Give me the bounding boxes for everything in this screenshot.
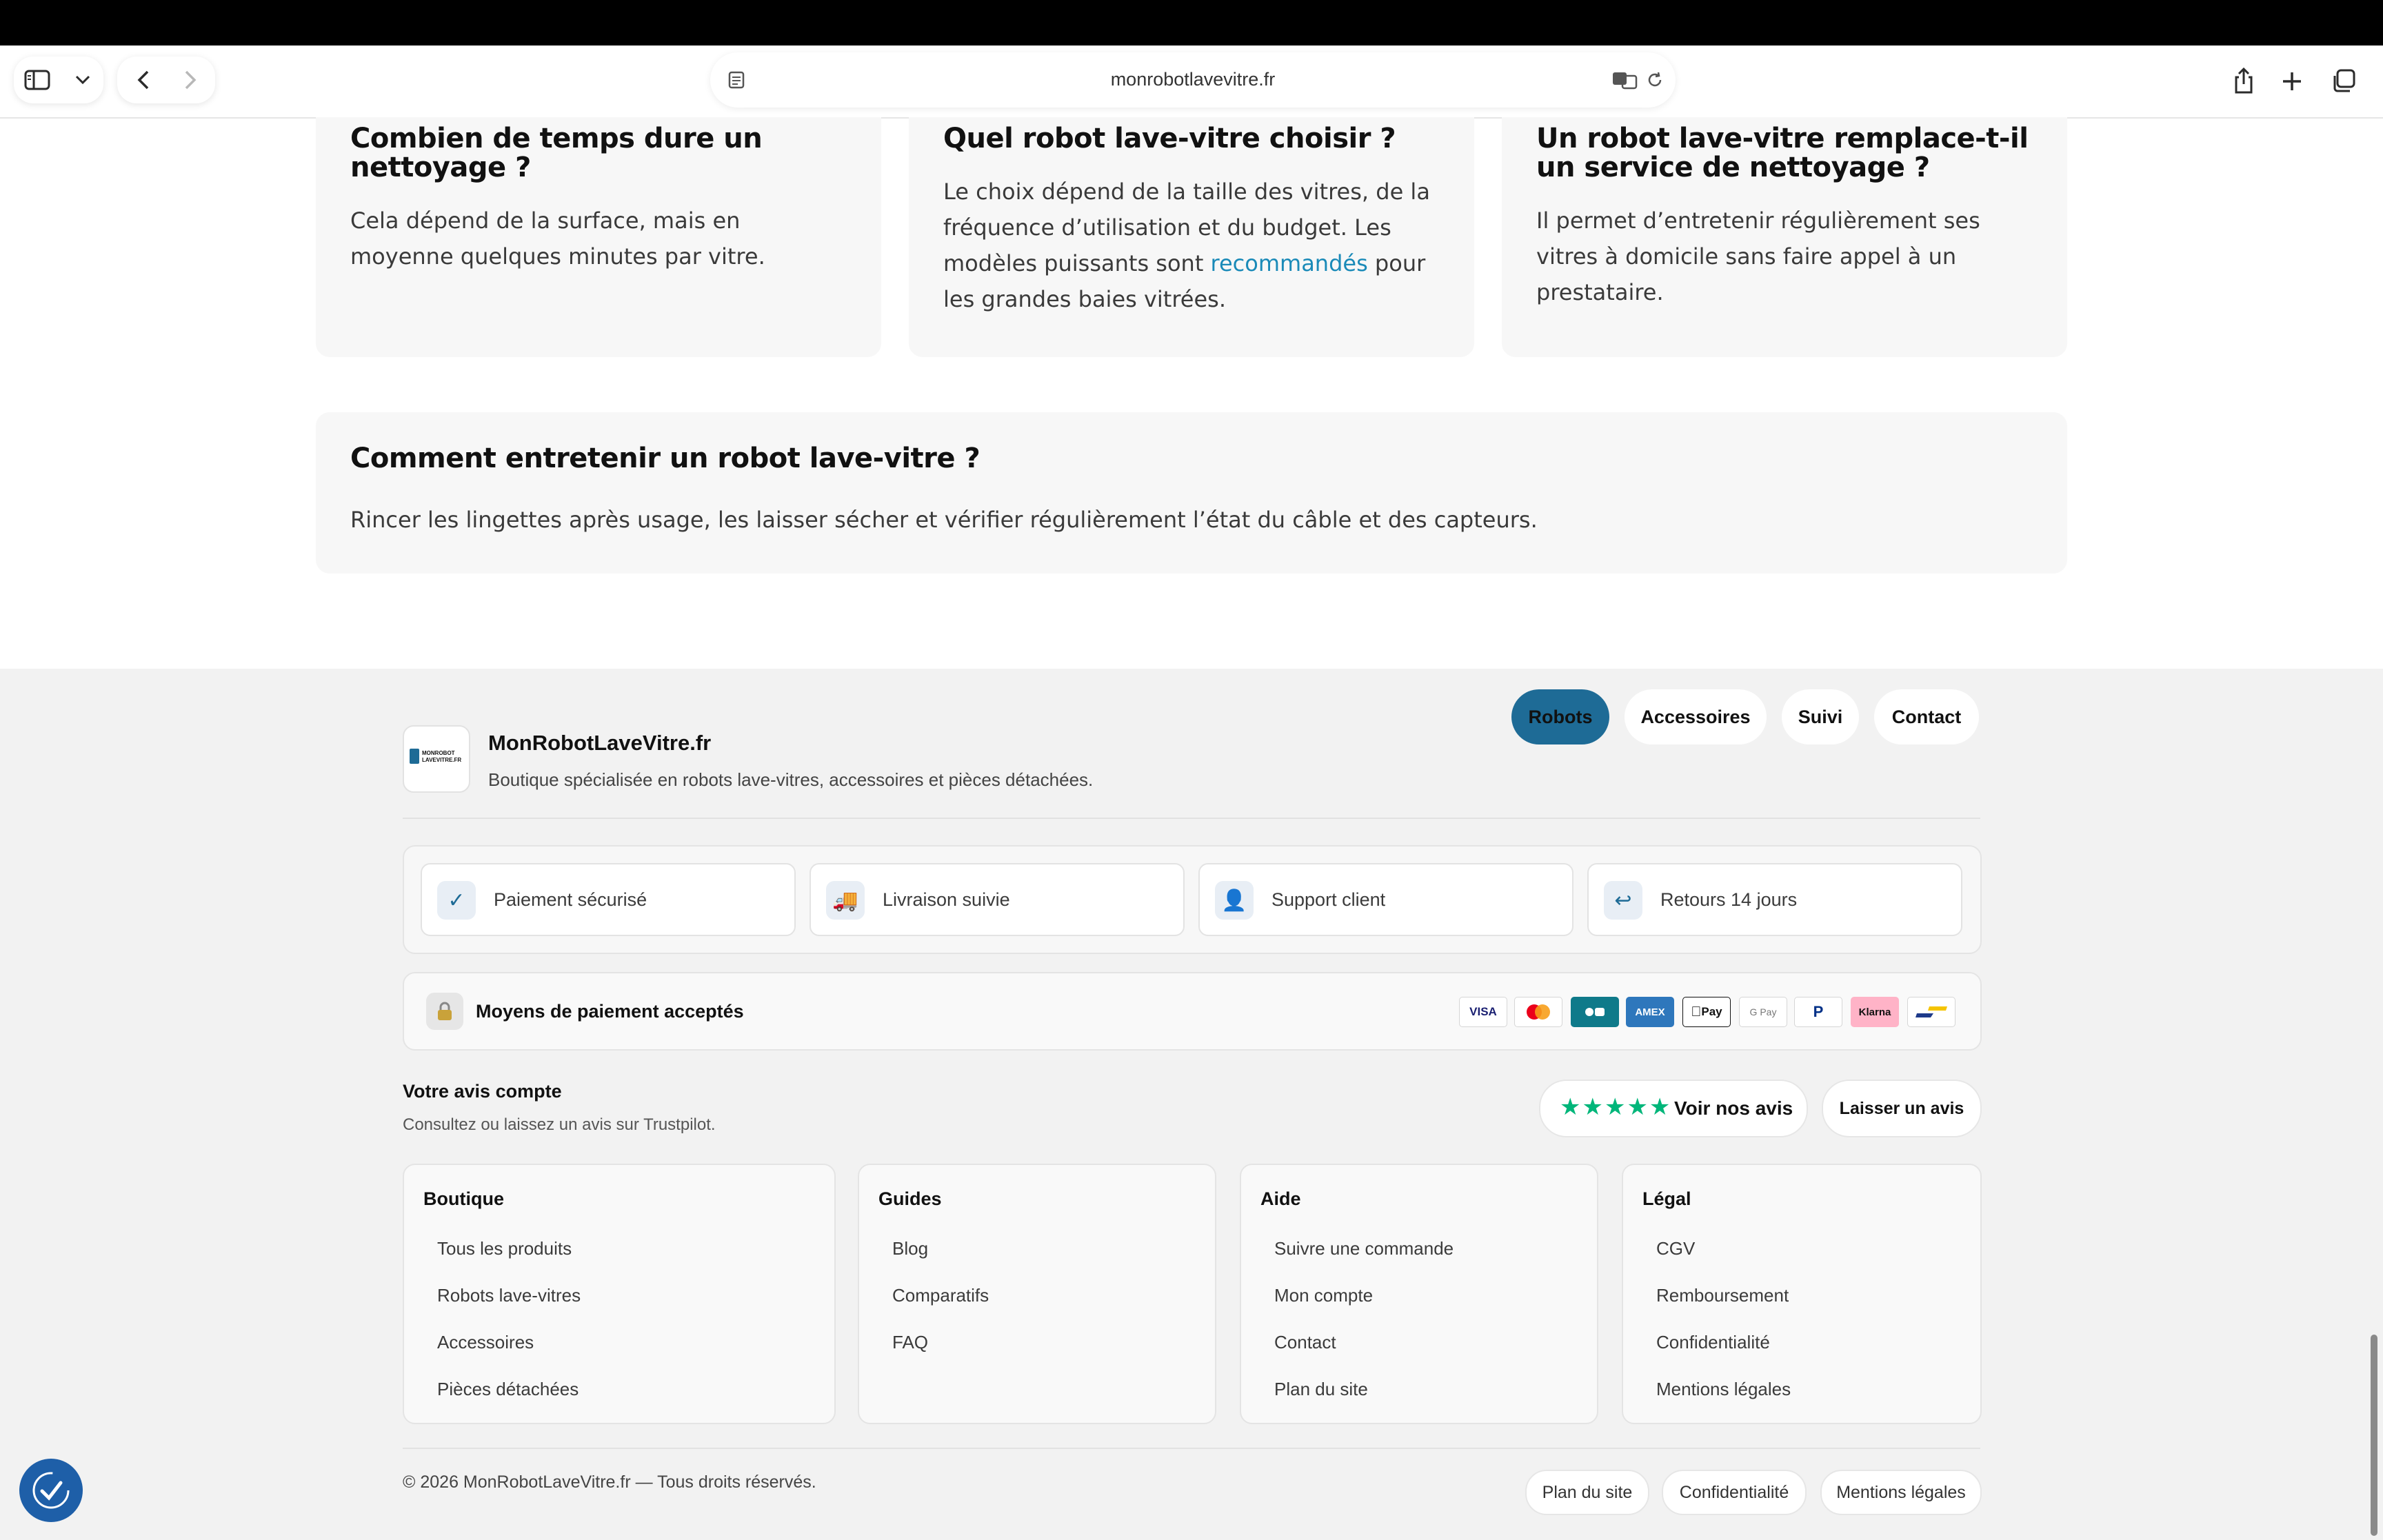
return-icon: ↩ xyxy=(1604,881,1642,920)
accessibility-icon xyxy=(32,1472,70,1509)
feature-returns: ↩ Retours 14 jours xyxy=(1587,863,1962,936)
amex-card-icon: AMEX xyxy=(1626,997,1674,1027)
check-icon: ✓ xyxy=(437,881,476,920)
faq-card-maintenance: Comment entretenir un robot lave-vitre ?… xyxy=(316,412,2067,574)
footer-link[interactable]: Mentions légales xyxy=(1656,1379,1791,1400)
brand-tagline: Boutique spécialisée en robots lave-vitr… xyxy=(488,769,1094,790)
footer-link[interactable]: Confidentialité xyxy=(1656,1332,1770,1353)
sidebar-toggle-group[interactable] xyxy=(14,57,103,103)
see-reviews-button[interactable]: ★★★★★ Voir nos avis xyxy=(1539,1080,1808,1137)
footer-link[interactable]: Accessoires xyxy=(437,1332,534,1353)
faq-question: Quel robot lave-vitre choisir ? xyxy=(943,123,1396,154)
faq-question: Combien de temps dure un nettoyage ? xyxy=(350,123,763,183)
sidebar-icon[interactable] xyxy=(23,66,51,94)
column-title: Légal xyxy=(1642,1188,1691,1209)
back-icon[interactable] xyxy=(130,66,157,94)
paypal-icon: P xyxy=(1794,997,1842,1027)
footer-link[interactable]: Remboursement xyxy=(1656,1285,1789,1306)
tabs-overview-icon[interactable] xyxy=(2328,66,2358,97)
footer-nav-accessoires[interactable]: Accessoires xyxy=(1625,689,1767,744)
bottom-link-sitemap[interactable]: Plan du site xyxy=(1525,1470,1649,1515)
reviews-subtitle: Consultez ou laissez un avis sur Trustpi… xyxy=(403,1115,716,1134)
system-top-bar xyxy=(0,0,2383,45)
footer-nav-contact[interactable]: Contact xyxy=(1874,689,1979,744)
brand-logo[interactable]: MONROBOT LAVEVITRE.FR xyxy=(403,725,470,793)
truck-icon: 🚚 xyxy=(826,881,865,920)
url-text: monrobotlavevitre.fr xyxy=(1110,69,1276,90)
feature-label: Paiement sécurisé xyxy=(494,889,647,910)
feature-label: Retours 14 jours xyxy=(1660,889,1798,910)
address-bar[interactable]: monrobotlavevitre.fr xyxy=(710,52,1676,108)
logo-mark xyxy=(410,749,419,764)
faq-card-duration: Combien de temps dure un nettoyage ? Cela… xyxy=(316,117,881,357)
cb-card-icon xyxy=(1571,997,1619,1027)
bottom-link-legal[interactable]: Mentions légales xyxy=(1820,1470,1982,1515)
history-nav-group xyxy=(117,57,215,103)
feature-tracked-delivery: 🚚 Livraison suivie xyxy=(810,863,1185,936)
visa-card-icon: VISA xyxy=(1459,997,1507,1027)
faq-card-service: Un robot lave-vitre remplace-t-il un serv… xyxy=(1502,117,2067,357)
footer-column-aide: Aide Suivre une commande Mon compte Cont… xyxy=(1240,1164,1598,1424)
forward-icon[interactable] xyxy=(177,66,204,94)
share-icon[interactable] xyxy=(2229,65,2259,98)
page-scrollbar[interactable] xyxy=(2371,1335,2377,1536)
column-title: Boutique xyxy=(423,1188,504,1209)
feature-customer-support: 👤 Support client xyxy=(1198,863,1573,936)
feature-secure-payment: ✓ Paiement sécurisé xyxy=(421,863,796,936)
footer-link[interactable]: Plan du site xyxy=(1274,1379,1368,1400)
faq-question: Un robot lave-vitre remplace-t-il un serv… xyxy=(1536,123,2029,183)
reviews-title: Votre avis compte xyxy=(403,1081,562,1102)
bottom-link-privacy[interactable]: Confidentialité xyxy=(1662,1470,1807,1515)
logo-text: MONROBOT LAVEVITRE.FR xyxy=(422,750,462,763)
footer-nav-robots[interactable]: Robots xyxy=(1511,689,1609,744)
feature-label: Support client xyxy=(1271,889,1386,910)
faq-answer: Il permet d’entretenir régulièrement ses… xyxy=(1536,207,1980,305)
klarna-icon: Klarna xyxy=(1851,997,1899,1027)
faq-question: Comment entretenir un robot lave-vitre ? xyxy=(350,443,981,474)
footer-link[interactable]: Contact xyxy=(1274,1332,1336,1353)
accessibility-button[interactable] xyxy=(19,1459,83,1522)
faq-answer: Cela dépend de la surface, mais en moyenn… xyxy=(350,207,765,270)
column-title: Aide xyxy=(1260,1188,1301,1209)
payment-methods-title: Moyens de paiement acceptés xyxy=(476,1001,744,1022)
faq-answer: Le choix dépend de la taille des vitres,… xyxy=(943,179,1430,312)
recommended-link[interactable]: recommandés xyxy=(1211,250,1368,276)
user-icon: 👤 xyxy=(1215,881,1254,920)
footer-link[interactable]: Pièces détachées xyxy=(437,1379,579,1400)
footer-link[interactable]: FAQ xyxy=(892,1332,928,1353)
footer-link[interactable]: Suivre une commande xyxy=(1274,1238,1454,1259)
footer-column-legal: Légal CGV Remboursement Confidentialité … xyxy=(1622,1164,1982,1424)
google-pay-icon: G Pay xyxy=(1739,997,1787,1027)
chevron-down-icon[interactable] xyxy=(69,66,97,94)
faq-answer: Rincer les lingettes après usage, les la… xyxy=(350,507,1538,533)
copyright-text: © 2026 MonRobotLaveVitre.fr — Tous droit… xyxy=(403,1472,816,1492)
translate-icon[interactable] xyxy=(1611,68,1638,92)
mastercard-icon xyxy=(1514,997,1562,1027)
footer-link[interactable]: Blog xyxy=(892,1238,928,1259)
column-title: Guides xyxy=(878,1188,942,1209)
brand-name: MonRobotLaveVitre.fr xyxy=(488,731,712,755)
new-tab-icon[interactable] xyxy=(2277,66,2307,97)
apple-pay-icon: Pay xyxy=(1682,997,1731,1027)
lock-icon xyxy=(426,993,463,1030)
browser-toolbar: monrobotlavevitre.fr xyxy=(0,45,2383,119)
footer-column-boutique: Boutique Tous les produits Robots lave-v… xyxy=(403,1164,836,1424)
reload-icon[interactable] xyxy=(1642,68,1667,92)
footer-bottom-divider xyxy=(403,1448,1980,1449)
star-rating-icon: ★★★★★ xyxy=(1560,1094,1672,1120)
footer-divider xyxy=(403,818,1980,819)
footer-nav-suivi[interactable]: Suivi xyxy=(1782,689,1859,744)
faq-card-choice: Quel robot lave-vitre choisir ? Le choix… xyxy=(909,117,1474,357)
footer-link[interactable]: CGV xyxy=(1656,1238,1695,1259)
bancontact-icon xyxy=(1907,997,1955,1027)
footer-link[interactable]: Robots lave-vitres xyxy=(437,1285,581,1306)
footer-link[interactable]: Tous les produits xyxy=(437,1238,572,1259)
footer-link[interactable]: Mon compte xyxy=(1274,1285,1373,1306)
leave-review-button[interactable]: Laisser un avis xyxy=(1822,1080,1982,1137)
feature-label: Livraison suivie xyxy=(883,889,1010,910)
footer-column-guides: Guides Blog Comparatifs FAQ xyxy=(858,1164,1216,1424)
footer-link[interactable]: Comparatifs xyxy=(892,1285,989,1306)
see-reviews-label: Voir nos avis xyxy=(1674,1097,1793,1119)
